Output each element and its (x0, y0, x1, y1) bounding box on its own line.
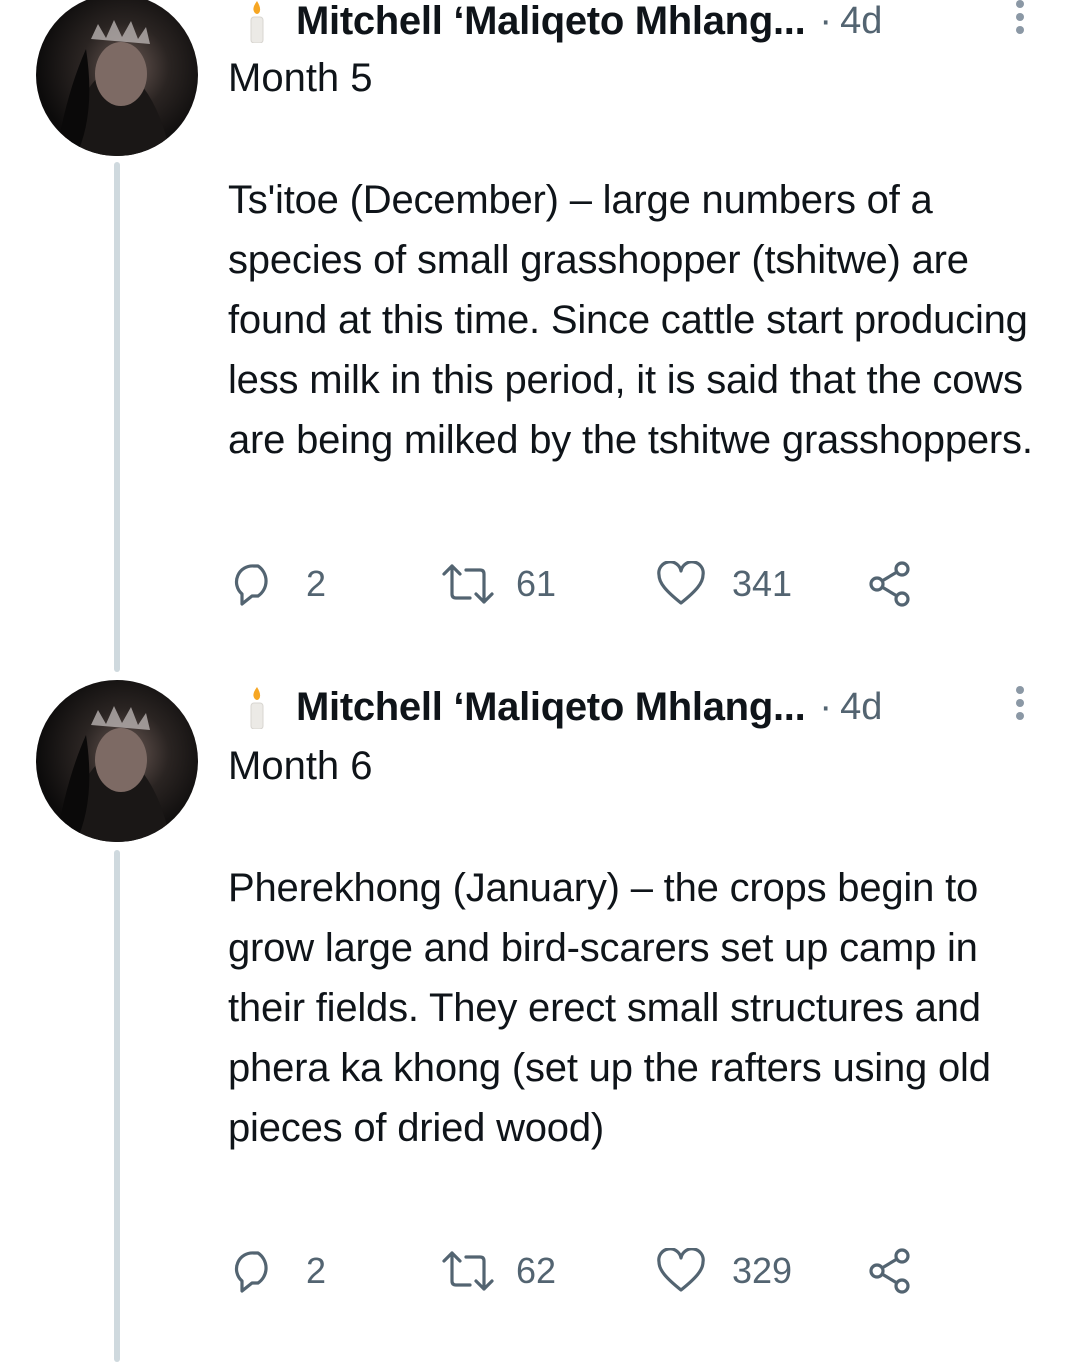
share-icon (869, 1248, 910, 1294)
like-count: 329 (732, 1250, 793, 1291)
share-button[interactable] (866, 1246, 916, 1296)
candle-icon (242, 685, 272, 730)
avatar[interactable] (36, 0, 198, 156)
candle-icon (242, 0, 272, 44)
retweet-count: 61 (516, 563, 557, 604)
separator: · (819, 685, 833, 728)
retweet-icon (442, 564, 494, 604)
tweet-actions: 2 61 341 (228, 559, 948, 609)
like-button[interactable]: 341 (656, 559, 792, 609)
heart-icon (657, 1248, 705, 1292)
like-count: 341 (732, 563, 793, 604)
more-options-icon[interactable] (1010, 0, 1030, 38)
tweet-text: Ts'itoe (December) – large numbers of a … (228, 178, 1033, 462)
share-icon (869, 561, 910, 607)
tweet-2[interactable]: Mitchell ‘Maliqeto Mhlang... · 4d Month … (0, 680, 1080, 1368)
thread-line (114, 162, 120, 672)
tweet-actions: 2 62 329 (228, 1246, 948, 1296)
retweet-button[interactable]: 61 (440, 559, 556, 609)
avatar[interactable] (36, 680, 198, 842)
tweet-header: Mitchell ‘Maliqeto Mhlang... · 4d (228, 682, 988, 732)
timestamp[interactable]: 4d (840, 686, 882, 729)
tweet-heading: Month 5 (228, 56, 373, 100)
author-name[interactable]: Mitchell ‘Maliqeto Mhlang... (296, 0, 806, 44)
reply-count: 2 (306, 1250, 327, 1291)
separator: · (819, 0, 833, 42)
more-options-icon[interactable] (1010, 684, 1030, 724)
share-button[interactable] (866, 559, 916, 609)
reply-button[interactable]: 2 (232, 559, 326, 609)
retweet-button[interactable]: 62 (440, 1246, 556, 1296)
heart-icon (657, 561, 705, 605)
tweet-heading: Month 6 (228, 744, 373, 788)
reply-button[interactable]: 2 (232, 1246, 326, 1296)
tweet-text: Pherekhong (January) – the crops begin t… (228, 866, 991, 1150)
retweet-icon (442, 1251, 494, 1291)
reply-count: 2 (306, 563, 327, 604)
tweet-header: Mitchell ‘Maliqeto Mhlang... · 4d (228, 0, 988, 46)
reply-icon (234, 1251, 268, 1293)
timestamp[interactable]: 4d (840, 0, 882, 43)
author-name[interactable]: Mitchell ‘Maliqeto Mhlang... (296, 685, 806, 730)
retweet-count: 62 (516, 1250, 557, 1291)
like-button[interactable]: 329 (656, 1246, 792, 1296)
tweet-1[interactable]: Mitchell ‘Maliqeto Mhlang... · 4d Month … (0, 0, 1080, 680)
avatar-image (56, 20, 171, 156)
thread-line (114, 850, 120, 1362)
avatar-image (56, 706, 171, 842)
reply-icon (234, 564, 268, 606)
